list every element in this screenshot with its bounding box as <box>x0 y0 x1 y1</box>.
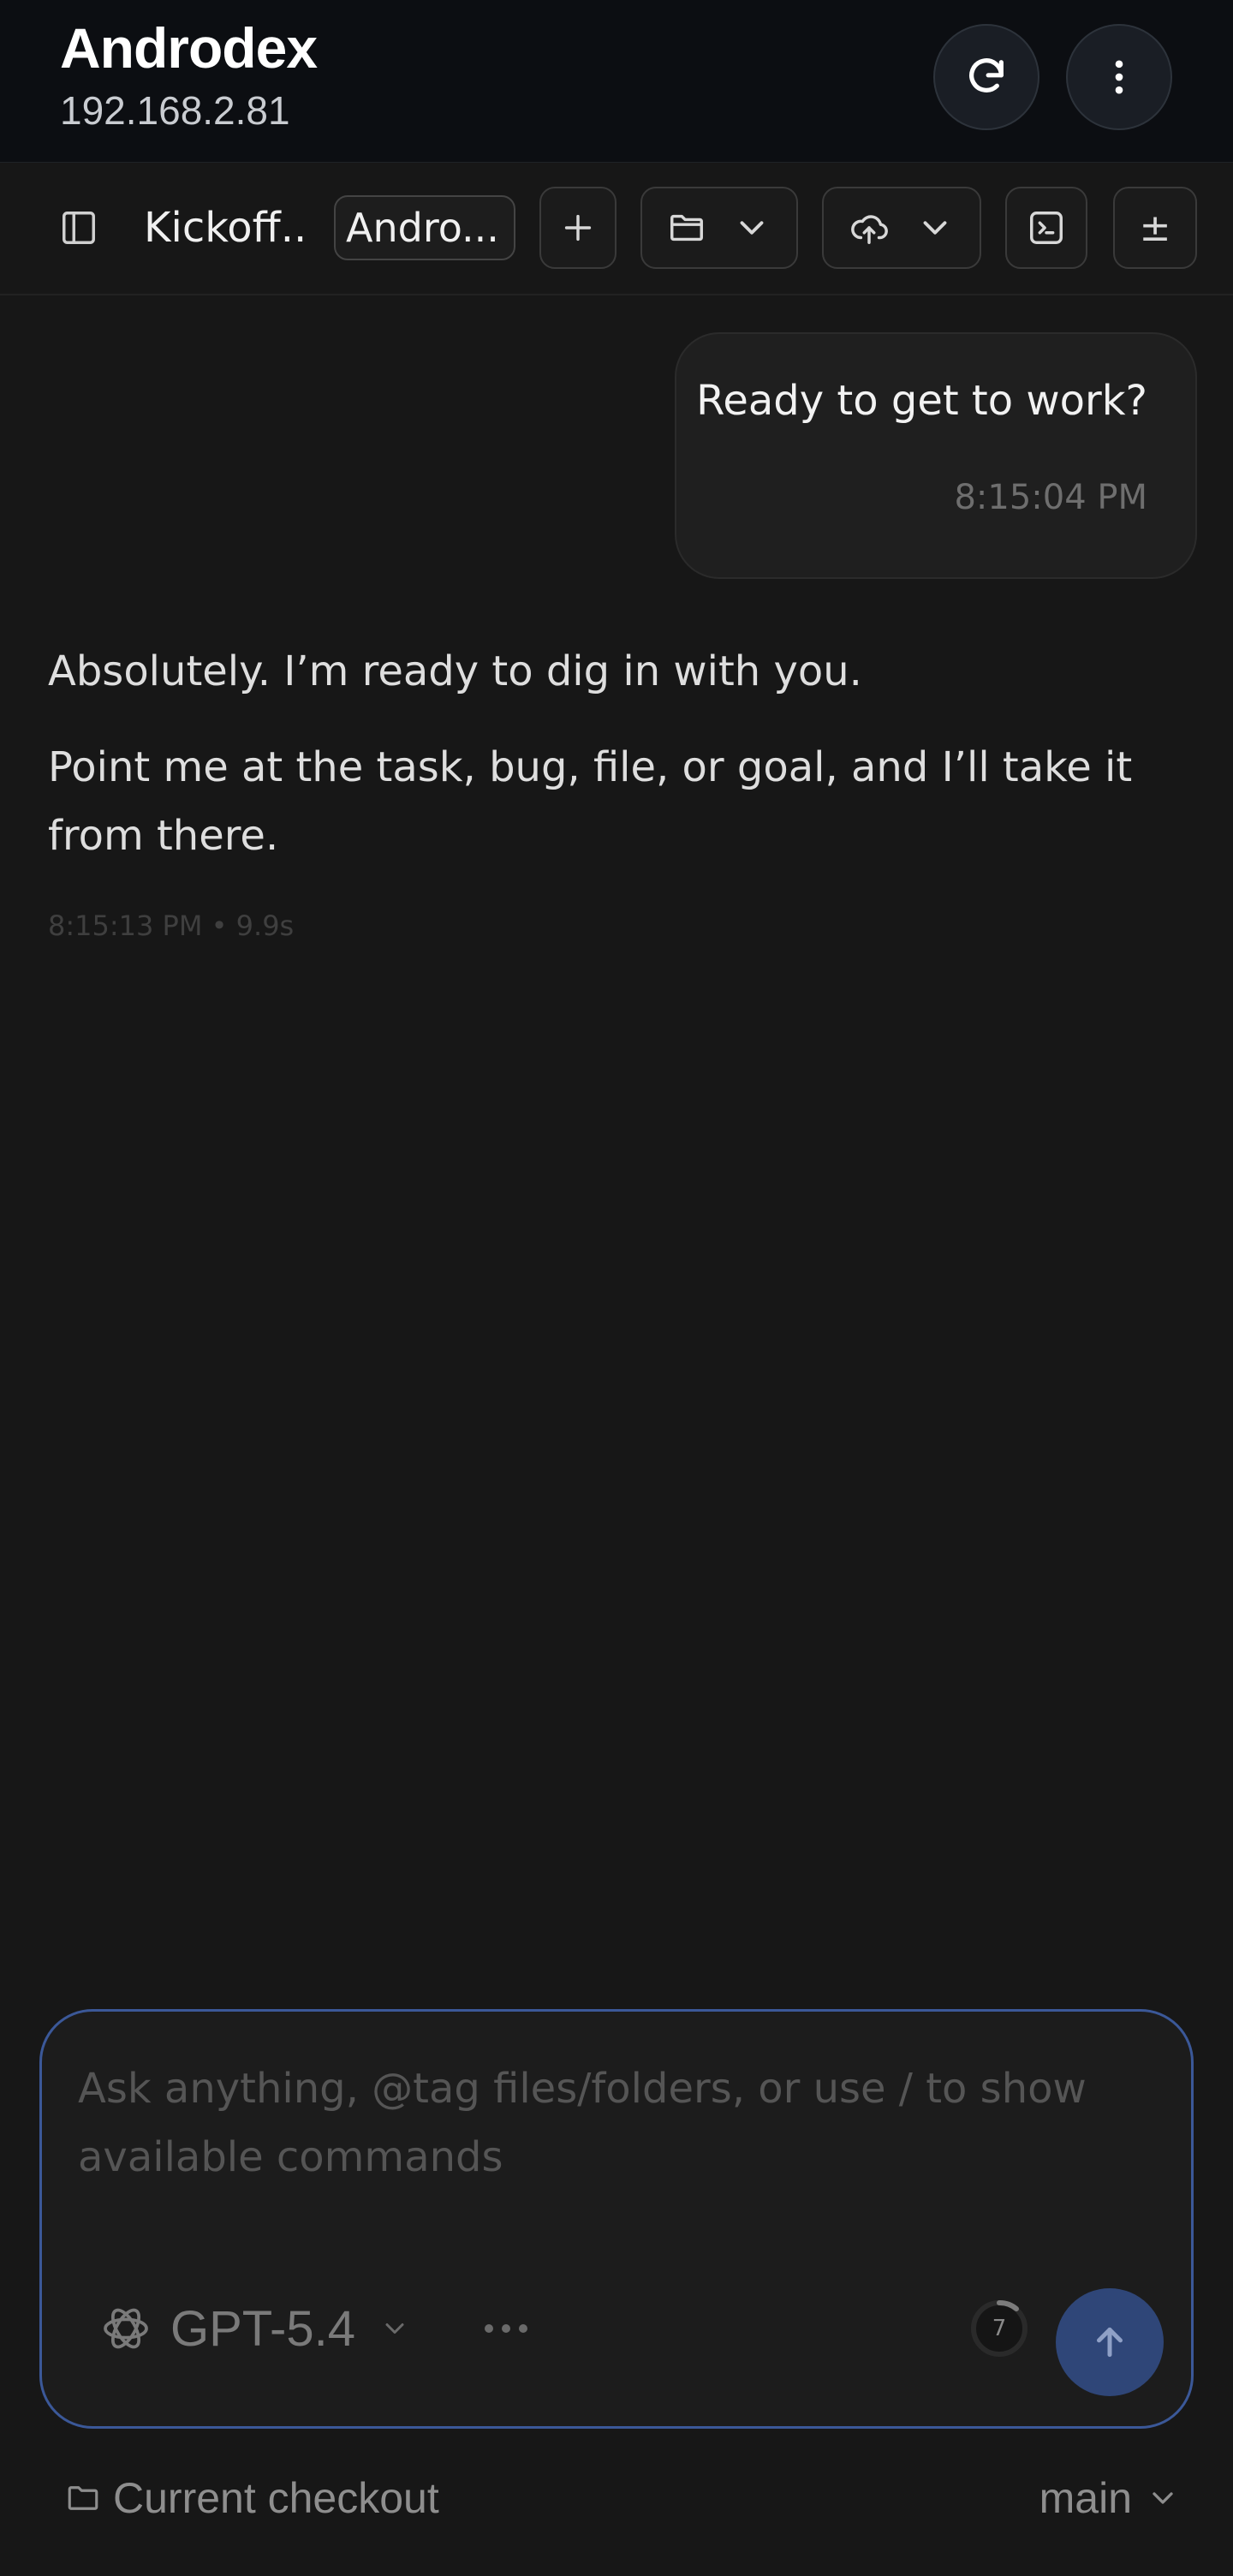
more-options-button[interactable] <box>1066 24 1172 130</box>
cloud-upload-icon <box>850 215 888 244</box>
model-name: GPT-5.4 <box>170 2300 355 2357</box>
host-address: 192.168.2.81 <box>60 88 290 133</box>
context-count: 7 <box>992 2316 1007 2341</box>
assistant-message-meta: 8:15:13 PM • 9.9s <box>48 909 295 942</box>
assistant-message-paragraph: Absolutely. I’m ready to dig in with you… <box>48 647 862 695</box>
user-message-time: 8:15:04 PM <box>954 478 1147 517</box>
refresh-icon <box>969 58 1004 92</box>
ai-model-icon <box>104 2308 148 2349</box>
folder-dropdown-button[interactable] <box>640 187 798 269</box>
user-message-bubble: Ready to get to work? 8:15:04 PM <box>675 332 1197 579</box>
sidebar-toggle-button[interactable] <box>45 187 113 269</box>
composer-options-button[interactable] <box>472 2303 540 2354</box>
composer: GPT-5.4 7 <box>39 2009 1194 2429</box>
diff-button[interactable]: ± <box>1113 187 1197 269</box>
app-title: Androdex <box>60 16 318 80</box>
checkout-label: Current checkout <box>113 2474 439 2522</box>
assistant-message-paragraph: Point me at the task, bug, file, or goal… <box>48 743 1133 860</box>
terminal-icon <box>1030 212 1063 244</box>
arrow-up-icon <box>1097 2327 1123 2358</box>
refresh-button[interactable] <box>933 24 1039 130</box>
sidebar-icon <box>63 212 95 244</box>
branch-name: main <box>1039 2474 1132 2522</box>
plus-icon <box>564 214 592 242</box>
dot <box>502 2324 510 2333</box>
folder-icon <box>68 2486 98 2510</box>
thread-title[interactable]: Kickoff... <box>144 187 307 269</box>
chevron-down-icon <box>740 221 764 235</box>
branch-selector[interactable]: main <box>1039 2468 1180 2528</box>
context-usage-indicator[interactable]: 7 <box>963 2293 1035 2364</box>
dot <box>485 2324 493 2333</box>
message-input[interactable] <box>78 2054 1105 2226</box>
send-button[interactable] <box>1056 2288 1164 2396</box>
model-selector[interactable]: GPT-5.4 <box>98 2286 410 2371</box>
cloud-dropdown-button[interactable] <box>822 187 981 269</box>
dot <box>519 2324 527 2333</box>
more-vertical-icon <box>1115 60 1123 94</box>
user-message-text: Ready to get to work? <box>696 377 1147 425</box>
folder-icon <box>670 214 703 242</box>
new-thread-button[interactable] <box>539 187 616 269</box>
chevron-down-icon <box>385 2323 404 2334</box>
app-header: Androdex 192.168.2.81 <box>0 0 1233 163</box>
checkout-selector[interactable]: Current checkout <box>65 2468 439 2528</box>
thread-toolbar: Kickoff... Andro... ± <box>0 163 1233 295</box>
chevron-down-icon <box>1153 2492 1173 2504</box>
terminal-button[interactable] <box>1005 187 1087 269</box>
workspace-chip[interactable]: Andro... <box>334 195 515 260</box>
chevron-down-icon <box>923 221 946 235</box>
